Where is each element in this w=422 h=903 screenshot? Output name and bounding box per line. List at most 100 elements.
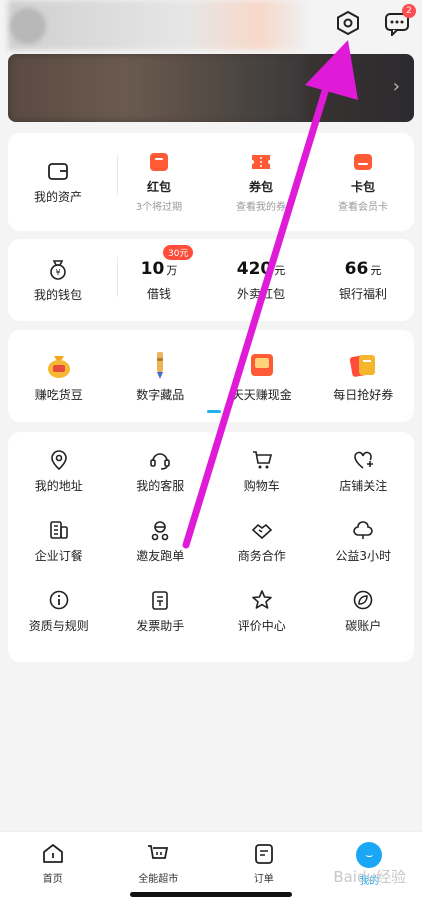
my-wallet-label: 我的钱包 bbox=[33, 287, 82, 302]
service-follow[interactable]: 店铺关注 bbox=[313, 436, 415, 506]
borrow-value: 10 万 bbox=[140, 258, 178, 279]
cash-envelope-icon bbox=[250, 353, 273, 376]
invoice-icon bbox=[152, 590, 169, 610]
my-assets-label: 我的资产 bbox=[33, 189, 82, 204]
coupon-title: 券包 bbox=[248, 180, 273, 194]
my-assets[interactable]: 我的资产 bbox=[8, 133, 108, 231]
avatar[interactable] bbox=[10, 8, 46, 44]
promo-card: 赚吃货豆 数字藏品 天天赚现金 每日抢好券 bbox=[8, 330, 414, 422]
rider-icon bbox=[151, 520, 169, 540]
service-business[interactable]: 商务合作 bbox=[211, 506, 313, 576]
heart-plus-icon bbox=[354, 451, 374, 469]
service-enterprise[interactable]: 企业订餐 bbox=[8, 506, 110, 576]
promo-label: 每日抢好券 bbox=[333, 387, 394, 402]
charity-icon bbox=[353, 520, 374, 539]
card-title: 卡包 bbox=[350, 180, 375, 194]
service-label: 公益3小时 bbox=[335, 548, 392, 563]
borrow-pill: 30元 bbox=[163, 245, 194, 260]
delivery-redpacket-entry[interactable]: 420 元 外卖红包 bbox=[210, 239, 312, 321]
red-packet-entry[interactable]: 红包 3个将过期 bbox=[108, 133, 210, 231]
service-label: 商务合作 bbox=[237, 548, 286, 563]
promo-collectibles[interactable]: 数字藏品 bbox=[110, 330, 212, 422]
wallet-icon bbox=[48, 162, 68, 180]
bank-benefit-entry[interactable]: 66 元 银行福利 bbox=[312, 239, 414, 321]
borrow-entry[interactable]: 10 万 借钱 bbox=[108, 239, 210, 321]
tab-label: 首页 bbox=[42, 874, 63, 885]
service-cart[interactable]: 购物车 bbox=[211, 436, 313, 506]
svg-text:¥: ¥ bbox=[55, 268, 60, 277]
promo-daily-cash[interactable]: 天天赚现金 bbox=[211, 330, 313, 422]
blurred-banner-content bbox=[8, 54, 304, 122]
service-address[interactable]: 我的地址 bbox=[8, 436, 110, 506]
building-icon bbox=[49, 520, 68, 539]
service-label: 我的地址 bbox=[34, 478, 83, 493]
red-packet-icon bbox=[150, 153, 168, 171]
service-label: 购物车 bbox=[243, 478, 280, 493]
home-icon bbox=[42, 844, 63, 863]
coin-bag-icon bbox=[47, 355, 70, 378]
coupon-entry[interactable]: 券包 查看我的券 bbox=[210, 133, 312, 231]
service-label: 碳账户 bbox=[345, 618, 382, 633]
headset-icon bbox=[150, 452, 171, 470]
card-sub: 查看会员卡 bbox=[338, 202, 388, 213]
service-carbon[interactable]: 碳账户 bbox=[313, 576, 415, 646]
borrow-label: 借钱 bbox=[146, 286, 171, 301]
tab-home[interactable]: 首页 bbox=[0, 832, 106, 903]
card-entry[interactable]: 卡包 查看会员卡 bbox=[312, 133, 414, 231]
red-packet-title: 红包 bbox=[146, 180, 171, 194]
service-label: 店铺关注 bbox=[339, 478, 388, 493]
card-icon bbox=[354, 154, 372, 170]
blurred-user-info bbox=[8, 0, 304, 50]
service-qualification[interactable]: 资质与规则 bbox=[8, 576, 110, 646]
home-indicator bbox=[130, 892, 292, 897]
service-label: 我的客服 bbox=[136, 478, 185, 493]
bank-benefit-value: 66 元 bbox=[344, 258, 382, 279]
service-review[interactable]: 评价中心 bbox=[211, 576, 313, 646]
promo-earn-beans[interactable]: 赚吃货豆 bbox=[8, 330, 110, 422]
service-invite-rider[interactable]: 邀友跑单 bbox=[110, 506, 212, 576]
wallet-card: ¥ 我的钱包 10 万 借钱 420 元 外卖红包 66 元 银行福利 30元 bbox=[8, 239, 414, 321]
money-bag-icon: ¥ bbox=[50, 259, 66, 280]
coupon-stack-icon bbox=[350, 354, 376, 377]
message-icon[interactable]: 2 bbox=[382, 4, 416, 38]
info-icon bbox=[49, 590, 69, 609]
service-label: 发票助手 bbox=[136, 618, 185, 633]
services-card: 我的地址 我的客服 购物车 店铺关注 企业订餐 邀友跑单 商务合作 公益3小时 bbox=[8, 432, 414, 662]
star-icon bbox=[251, 589, 272, 609]
divider bbox=[110, 257, 118, 297]
promo-daily-coupons[interactable]: 每日抢好券 bbox=[313, 330, 415, 422]
handshake-icon bbox=[251, 523, 272, 539]
settings-icon[interactable] bbox=[333, 8, 363, 38]
leaf-icon bbox=[353, 590, 373, 609]
pen-collectible-icon bbox=[157, 351, 164, 379]
service-label: 邀友跑单 bbox=[136, 548, 185, 563]
promo-label: 数字藏品 bbox=[136, 387, 185, 402]
red-packet-sub: 3个将过期 bbox=[135, 202, 183, 213]
my-wallet[interactable]: ¥ 我的钱包 bbox=[8, 239, 108, 321]
delivery-redpacket-value: 420 元 bbox=[236, 258, 286, 279]
basket-icon bbox=[148, 845, 169, 859]
coupon-icon bbox=[252, 155, 270, 169]
chevron-right-icon: › bbox=[392, 76, 400, 97]
service-label: 企业订餐 bbox=[34, 548, 83, 563]
coupon-sub: 查看我的券 bbox=[236, 202, 286, 213]
service-label: 资质与规则 bbox=[28, 618, 89, 633]
service-support[interactable]: 我的客服 bbox=[110, 436, 212, 506]
location-icon bbox=[50, 449, 67, 470]
assets-card: 我的资产 红包 3个将过期 券包 查看我的券 卡包 查看会员卡 bbox=[8, 133, 414, 231]
profile-header: 2 › bbox=[0, 0, 422, 130]
service-charity[interactable]: 公益3小时 bbox=[313, 506, 415, 576]
vip-banner[interactable]: › bbox=[8, 54, 414, 122]
scroll-indicator bbox=[207, 410, 221, 413]
service-invoice[interactable]: 发票助手 bbox=[110, 576, 212, 646]
bank-benefit-label: 银行福利 bbox=[338, 286, 387, 301]
promo-label: 赚吃货豆 bbox=[34, 387, 83, 402]
watermark: Baidu经验 bbox=[333, 868, 406, 886]
tab-label: 订单 bbox=[253, 874, 274, 885]
order-icon bbox=[254, 844, 273, 864]
divider bbox=[110, 155, 118, 195]
cart-icon bbox=[252, 450, 272, 468]
delivery-redpacket-label: 外卖红包 bbox=[236, 286, 285, 301]
profile-icon: ⌣ bbox=[356, 842, 383, 868]
service-label: 评价中心 bbox=[237, 618, 286, 633]
